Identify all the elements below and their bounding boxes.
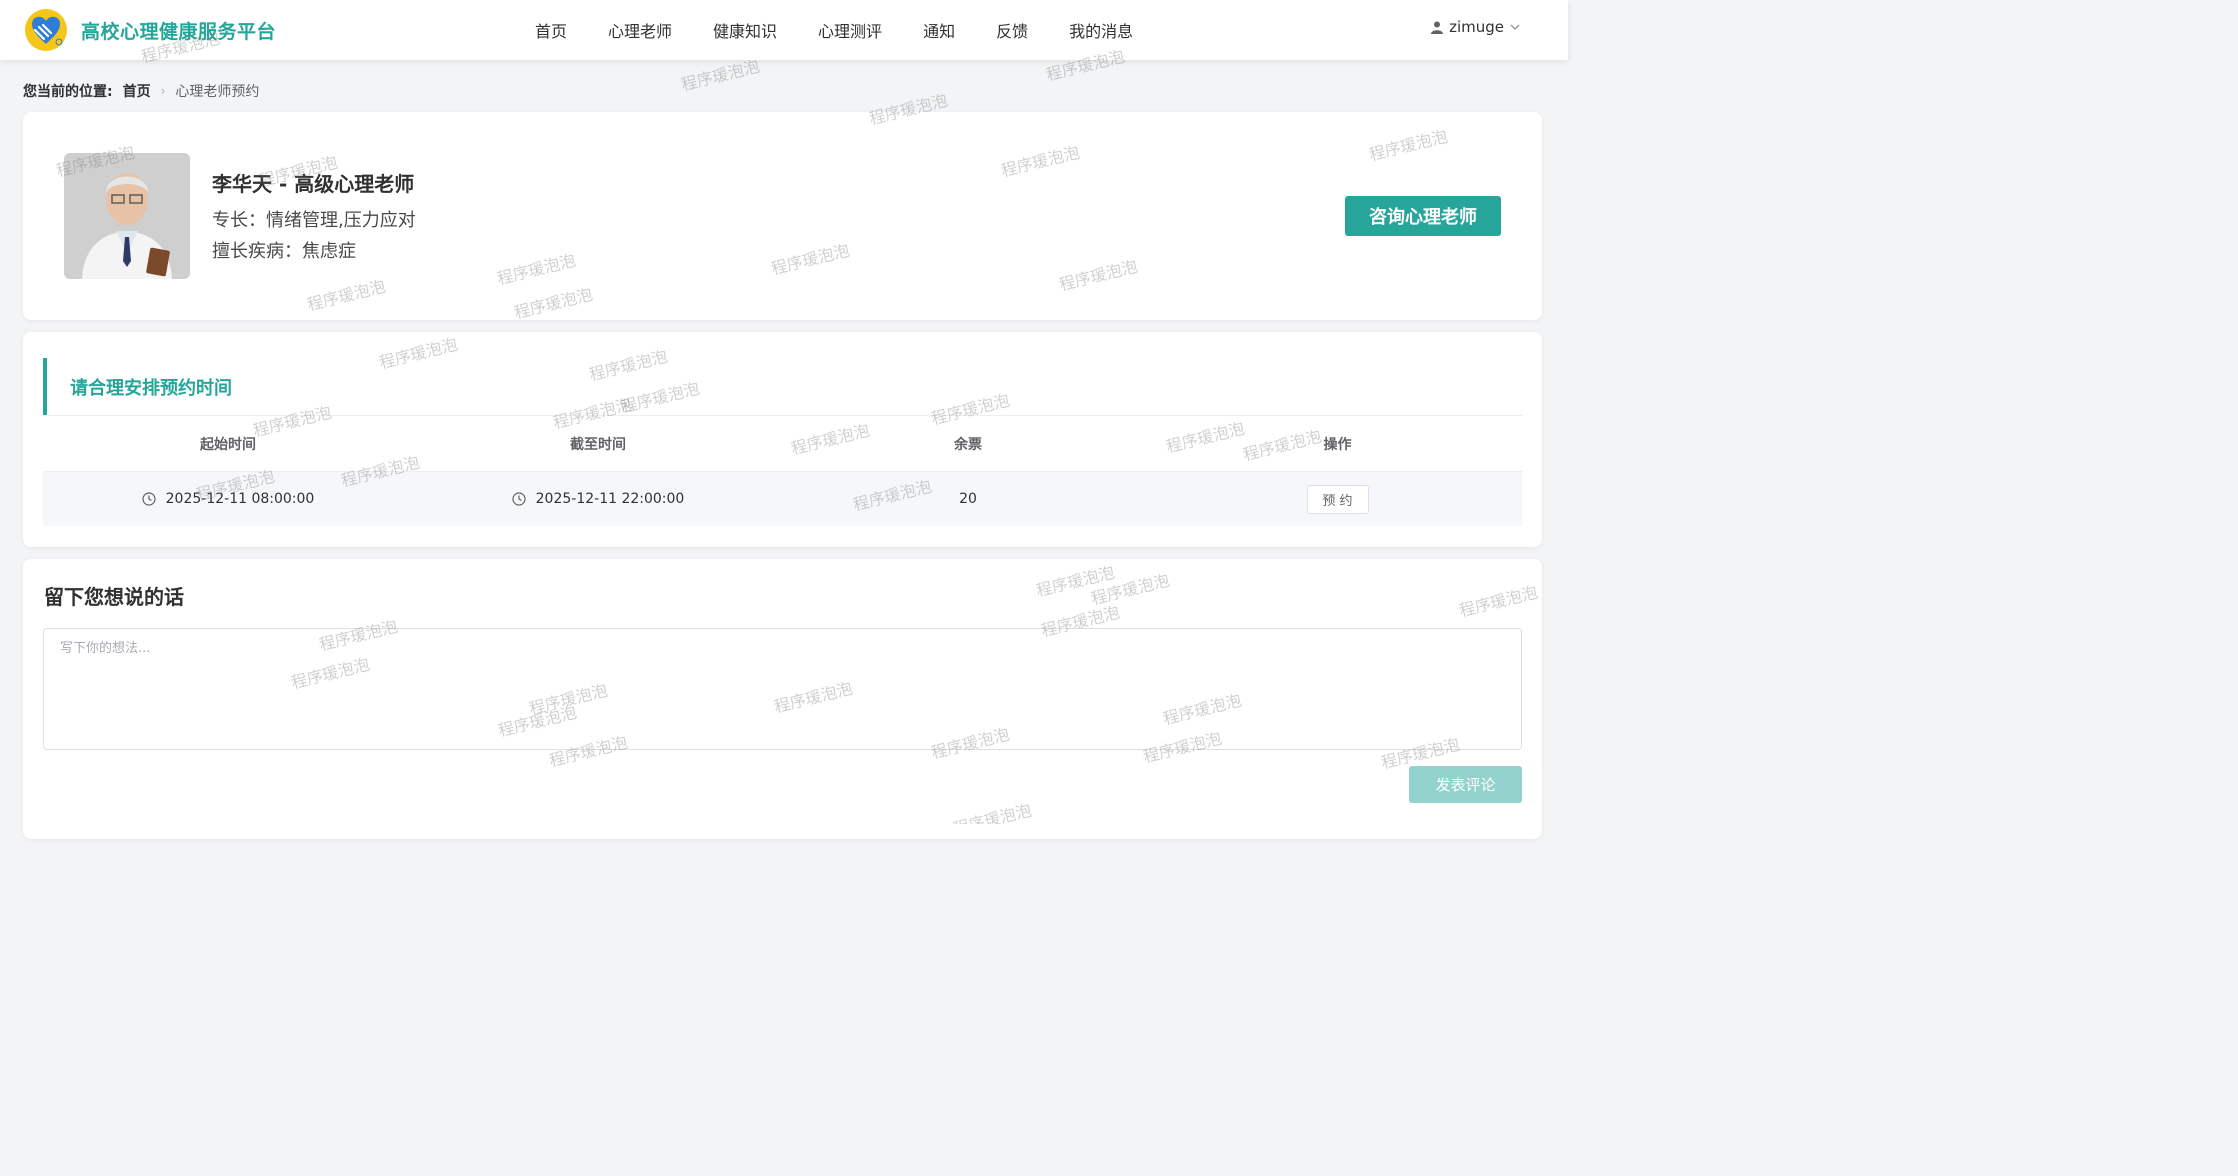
cell-action: 预 约 — [1153, 484, 1522, 514]
user-icon — [1431, 21, 1444, 34]
cell-remaining: 20 — [959, 491, 977, 507]
nav-my-messages[interactable]: 我的消息 — [1069, 18, 1133, 42]
teacher-card: 李华天 - 高级心理老师 专长：情绪管理,压力应对 擅长疾病：焦虑症 咨询心理老… — [23, 112, 1542, 320]
teacher-photo — [64, 153, 190, 279]
nav-notices[interactable]: 通知 — [923, 18, 955, 42]
table-row: 2025-12-11 08:00:00 2025-12-11 22:00:00 … — [43, 472, 1522, 526]
column-header-start: 起始时间 — [200, 436, 256, 453]
cell-end-time: 2025-12-11 22:00:00 — [413, 491, 783, 507]
logo-heart-hands-icon — [25, 9, 67, 51]
column-header-action: 操作 — [1323, 436, 1352, 453]
teacher-disease: 擅长疾病：焦虑症 — [212, 241, 356, 262]
schedule-card: 请合理安排预约时间 起始时间 截至时间 余票 操作 2025-12-11 08:… — [23, 332, 1542, 547]
schedule-table: 起始时间 截至时间 余票 操作 2025-12-11 08:00:00 2025… — [43, 416, 1522, 526]
column-header-remaining: 余票 — [954, 436, 982, 453]
clock-icon — [142, 492, 156, 506]
breadcrumb-current: 心理老师预约 — [175, 84, 260, 100]
brand-title: 高校心理健康服务平台 — [81, 21, 277, 43]
book-button[interactable]: 预 约 — [1306, 484, 1369, 514]
user-name: zimuge — [1449, 18, 1504, 36]
main-nav: 首页 心理老师 健康知识 心理测评 通知 反馈 我的消息 — [535, 0, 1174, 60]
nav-teachers[interactable]: 心理老师 — [608, 18, 672, 42]
consult-teacher-button[interactable]: 咨询心理老师 — [1345, 196, 1501, 236]
breadcrumb: 您当前的位置: 首页 › 心理老师预约 — [23, 81, 259, 101]
end-time-value: 2025-12-11 22:00:00 — [535, 491, 685, 507]
start-time-value: 2025-12-11 08:00:00 — [165, 491, 315, 507]
nav-assessment[interactable]: 心理测评 — [818, 18, 882, 42]
comment-card: 留下您想说的话 发表评论 — [23, 559, 1542, 839]
user-menu[interactable]: zimuge — [1431, 18, 1526, 36]
schedule-section-title: 请合理安排预约时间 — [43, 358, 232, 416]
breadcrumb-separator-icon: › — [160, 84, 166, 98]
cell-start-time: 2025-12-11 08:00:00 — [43, 491, 413, 507]
comment-title: 留下您想说的话 — [44, 585, 184, 609]
nav-home[interactable]: 首页 — [535, 18, 567, 42]
nav-health-knowledge[interactable]: 健康知识 — [713, 18, 777, 42]
submit-comment-button[interactable]: 发表评论 — [1409, 766, 1522, 803]
comment-textarea[interactable] — [43, 628, 1522, 750]
table-header: 起始时间 截至时间 余票 操作 — [43, 416, 1522, 472]
teacher-specialty: 专长：情绪管理,压力应对 — [212, 210, 416, 231]
top-navbar: 高校心理健康服务平台 首页 心理老师 健康知识 心理测评 通知 反馈 我的消息 … — [0, 0, 1568, 60]
teacher-name-title: 李华天 - 高级心理老师 — [212, 172, 415, 196]
breadcrumb-prefix: 您当前的位置: — [23, 84, 113, 100]
breadcrumb-home-link[interactable]: 首页 — [123, 81, 151, 101]
column-header-end: 截至时间 — [570, 436, 626, 453]
clock-icon — [512, 492, 526, 506]
chevron-down-icon — [1510, 24, 1520, 30]
nav-feedback[interactable]: 反馈 — [996, 18, 1028, 42]
